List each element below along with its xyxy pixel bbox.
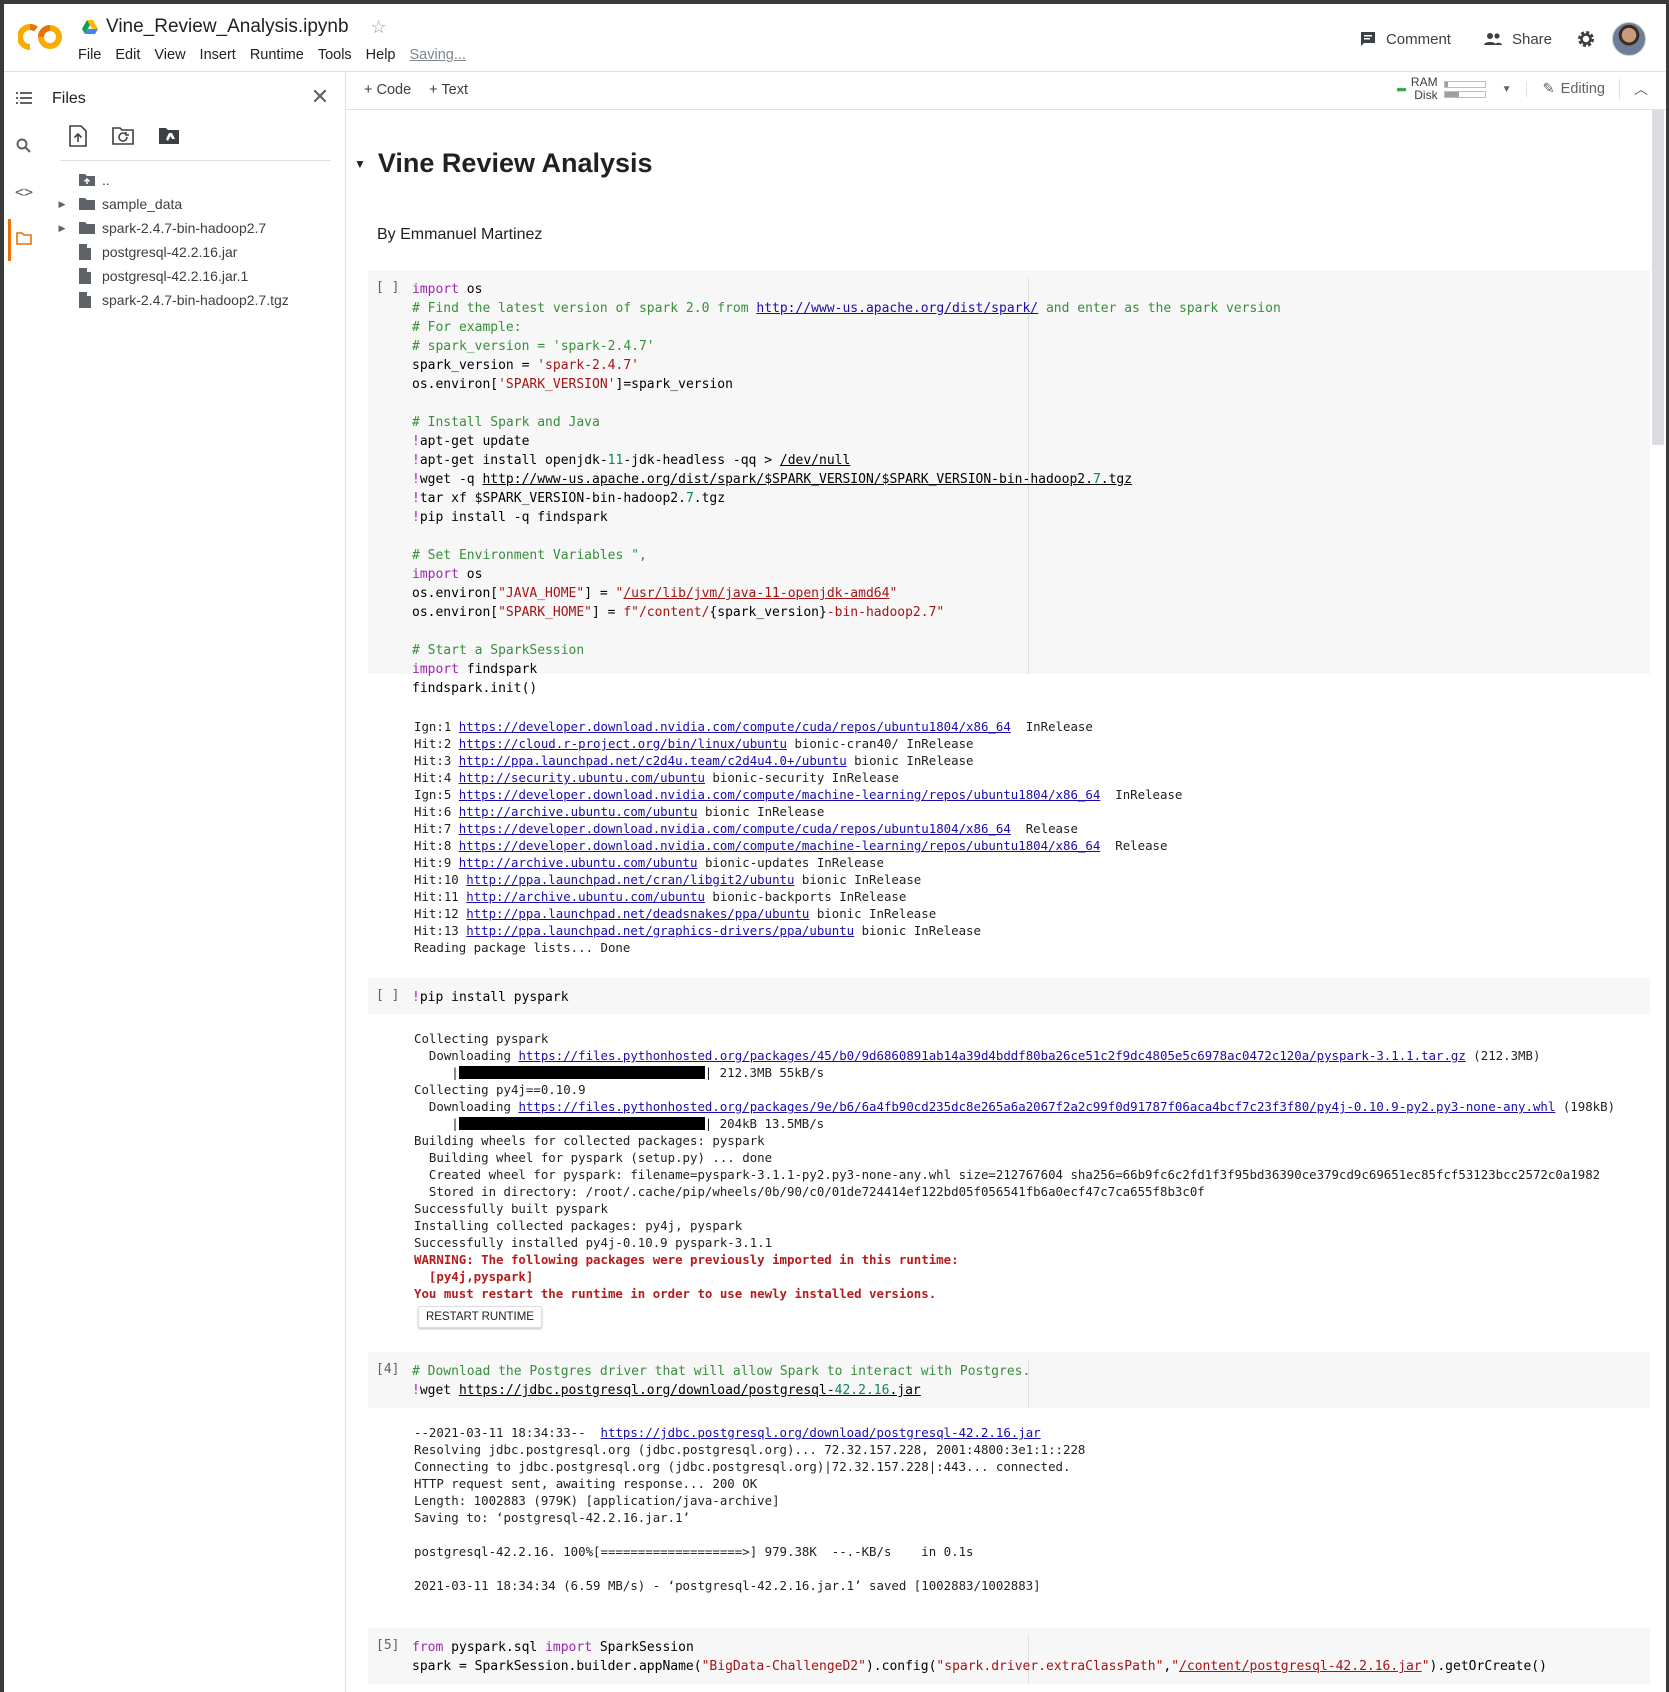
notebook-filename[interactable]: Vine_Review_Analysis.ipynb [106,16,349,38]
cell-source[interactable]: import os # Find the latest version of s… [412,280,1281,698]
tree-item-spark-tgz[interactable]: spark-2.4.7-bin-hadoop2.7.tgz [52,288,345,312]
resource-monitor[interactable]: ••• RAM Disk ▼ [1396,76,1511,102]
header-actions: Comment Share [1351,22,1646,56]
vertical-scrollbar[interactable] [1652,110,1664,445]
comment-button[interactable]: Comment [1351,26,1459,52]
menu-runtime[interactable]: Runtime [250,47,304,63]
connected-dots-icon: ••• [1396,81,1407,97]
files-folder-icon[interactable] [12,226,36,250]
top-bar: Vine_Review_Analysis.ipynb ☆ File Edit V… [4,4,1666,72]
file-icon [78,243,98,261]
code-cell-pip-install[interactable]: [ ] !pip install pyspark [368,978,1650,1014]
folder-icon [78,219,98,237]
code-cell-spark-session[interactable]: [5] from pyspark.sql import SparkSession… [368,1628,1650,1684]
files-panel-title: Files [52,90,86,107]
file-icon [78,291,98,309]
cell-execution-count[interactable]: [5] [376,1638,399,1653]
collapse-section-icon[interactable]: ▼ [354,157,366,171]
saving-status[interactable]: Saving... [410,47,466,63]
tree-item-postgresql-jar[interactable]: postgresql-42.2.16.jar [52,240,345,264]
add-text-cell-button[interactable]: + Text [429,82,468,98]
ram-usage-bar [1443,80,1486,88]
author-byline: By Emmanuel Martinez [377,226,543,243]
left-rail: <> [4,72,44,1692]
expand-caret-icon[interactable]: ▶ [52,223,72,234]
tree-item-postgresql-jar-1[interactable]: postgresql-42.2.16.jar.1 [52,264,345,288]
table-of-contents-icon[interactable] [12,86,36,110]
people-icon [1483,33,1502,45]
share-button[interactable]: Share [1475,27,1560,52]
parent-directory-row[interactable]: .. [52,168,345,192]
close-icon[interactable]: ✕ [307,84,333,110]
add-code-cell-button[interactable]: + Code [364,82,411,98]
search-icon[interactable] [12,134,36,158]
section-heading: ▼ Vine Review Analysis [354,148,653,179]
menu-bar: File Edit View Insert Runtime Tools Help… [78,47,466,63]
restart-runtime-button[interactable]: RESTART RUNTIME [418,1306,542,1328]
menu-view[interactable]: View [154,47,185,63]
colab-logo[interactable] [18,22,64,52]
comment-icon [1360,32,1375,46]
upload-file-icon[interactable] [64,122,92,150]
cell-source[interactable]: from pyspark.sql import SparkSession spa… [412,1638,1547,1676]
google-drive-icon [82,20,98,34]
cell-source[interactable]: !pip install pyspark [412,988,569,1007]
files-panel: Files ✕ .. ▶ sample_data ▶ spark-2.4.7-b… [44,72,346,1692]
code-cell-setup[interactable]: [ ] import os # Find the latest version … [368,270,1650,696]
editing-mode-button[interactable]: ✎ Editing [1525,81,1605,97]
tree-item-spark-folder[interactable]: ▶ spark-2.4.7-bin-hadoop2.7 [52,216,345,240]
share-label: Share [1511,30,1552,48]
menu-edit[interactable]: Edit [115,47,140,63]
menu-help[interactable]: Help [366,47,396,63]
collapse-header-icon[interactable]: ︿ [1619,79,1648,99]
menu-file[interactable]: File [78,47,101,63]
runtime-dropdown-icon[interactable]: ▼ [1502,84,1512,95]
cell-output-setup: Ign:1 https://developer.download.nvidia.… [414,719,1183,955]
run-cell-button[interactable]: [ ] [376,988,399,1003]
code-snippets-icon[interactable]: <> [12,180,36,204]
refresh-folder-icon[interactable] [110,122,138,150]
files-divider [60,160,331,161]
mount-drive-icon[interactable] [156,122,184,150]
cell-output-wget: --2021-03-11 18:34:33-- https://jdbc.pos… [414,1425,1086,1593]
notebook-toolbar: + Code + Text ••• RAM Disk ▼ ✎ Editing ︿ [346,72,1666,110]
active-tab-indicator [8,219,11,261]
comment-label: Comment [1385,30,1451,48]
colab-window: Vine_Review_Analysis.ipynb ☆ File Edit V… [0,0,1669,1692]
notebook-heading: Vine Review Analysis [377,148,653,178]
run-cell-button[interactable]: [ ] [376,280,399,295]
cell-source[interactable]: # Download the Postgres driver that will… [412,1362,1030,1400]
file-tree: .. ▶ sample_data ▶ spark-2.4.7-bin-hadoo… [52,168,345,312]
disk-usage-bar [1443,90,1486,98]
document-title: Vine_Review_Analysis.ipynb ☆ [82,16,387,38]
cell-execution-count[interactable]: [4] [376,1362,399,1377]
expand-caret-icon[interactable]: ▶ [52,199,72,210]
folder-icon [78,195,98,213]
files-toolbar [64,122,184,150]
star-icon[interactable]: ☆ [371,17,387,38]
settings-gear-icon[interactable] [1576,29,1596,49]
cell-output-pip: Collecting pyspark Downloading https://f… [414,1031,1616,1301]
notebook-content: ▼ Vine Review Analysis By Emmanuel Marti… [346,110,1666,1692]
parent-folder-icon [78,171,98,189]
file-icon [78,267,98,285]
menu-insert[interactable]: Insert [200,47,236,63]
code-cell-wget-postgres[interactable]: [4] # Download the Postgres driver that … [368,1352,1650,1408]
menu-tools[interactable]: Tools [318,47,352,63]
tree-item-sample-data[interactable]: ▶ sample_data [52,192,345,216]
pencil-icon: ✎ [1542,81,1555,97]
user-avatar[interactable] [1612,22,1646,56]
